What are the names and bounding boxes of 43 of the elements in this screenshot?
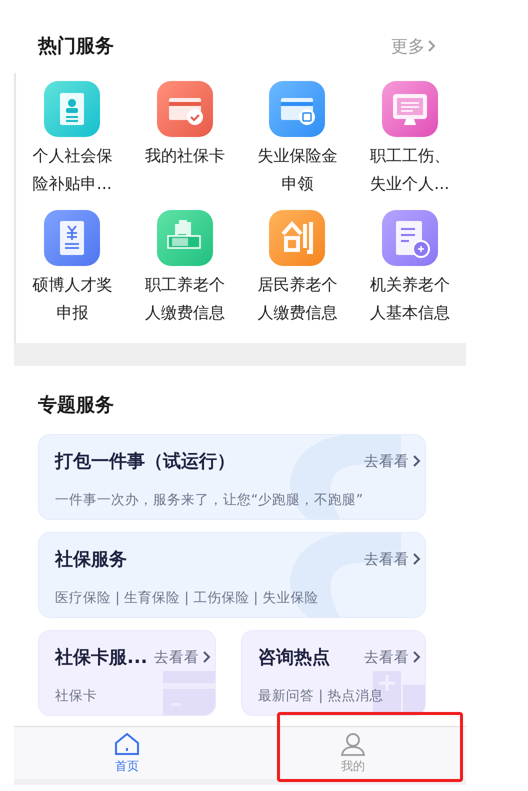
card-subtitle: 医疗保险 | 生育保险 | 工伤保险 | 失业保险 [55,589,320,607]
service-label[interactable]: 失业保险金申领 [252,142,342,198]
service-label[interactable]: 职工工伤、失业个人... [364,142,455,198]
section-title: 专题服务 [38,393,115,418]
chevron-icon [412,454,421,468]
view-link[interactable]: 去看看 [364,452,425,470]
person-icon [340,732,366,756]
home-icon [114,732,140,756]
chevron-icon [412,650,421,664]
chevron-icon [412,552,421,566]
service-label[interactable]: 职工养老个人缴费信息 [140,271,230,327]
chevron-icon [202,650,212,664]
card-subtitle: 最新问答 | 热点消息 [258,687,384,705]
topic-card[interactable]: 社保服务 去看看 医疗保险 | 生育保险 | 工伤保险 | 失业保险 [38,532,426,618]
service-icon[interactable] [269,81,326,137]
service-icon[interactable] [382,81,438,137]
service-label[interactable]: 居民养老个人缴费信息 [252,271,342,327]
tab[interactable]: 首页 [14,727,240,779]
service-icon[interactable] [269,210,326,266]
card-title: 咨询热点 [258,646,330,669]
card-subtitle: 社保卡 [55,687,98,705]
service-label[interactable]: 我的社保卡 [140,142,230,170]
service-icon[interactable] [44,81,100,137]
service-icon[interactable] [44,210,100,266]
view-link[interactable]: 去看看 [364,550,425,568]
service-icon[interactable] [156,210,213,266]
view-link[interactable]: 去看看 [154,648,216,666]
topic-card[interactable]: 打包一件事（试运行） 去看看 一件事一次办，服务来了，让您“少跑腿，不跑腿” [38,434,426,520]
chevron-icon [427,39,436,53]
service-label[interactable]: 个人社会保险补贴申... [27,142,118,198]
service-label[interactable]: 机关养老个人基本信息 [364,271,455,327]
service-label[interactable]: 硕博人才奖申报 [27,271,118,327]
card-title: 社保服务 [55,548,127,571]
service-icon[interactable] [156,81,213,137]
card-subtitle: 一件事一次办，服务来了，让您“少跑腿，不跑腿” [55,491,364,509]
card-decoration-icon [163,671,216,715]
card-title: 打包一件事（试运行） [55,450,235,473]
topic-card[interactable]: 咨询热点 去看看 最新问答 | 热点消息 [241,630,426,716]
service-icon[interactable] [382,210,438,266]
view-link[interactable]: 去看看 [364,648,425,666]
section-title: 热门服务 [38,34,114,59]
card-title: 社保卡服... [55,646,148,669]
topic-card[interactable]: 社保卡服... 去看看 社保卡 [38,630,216,716]
